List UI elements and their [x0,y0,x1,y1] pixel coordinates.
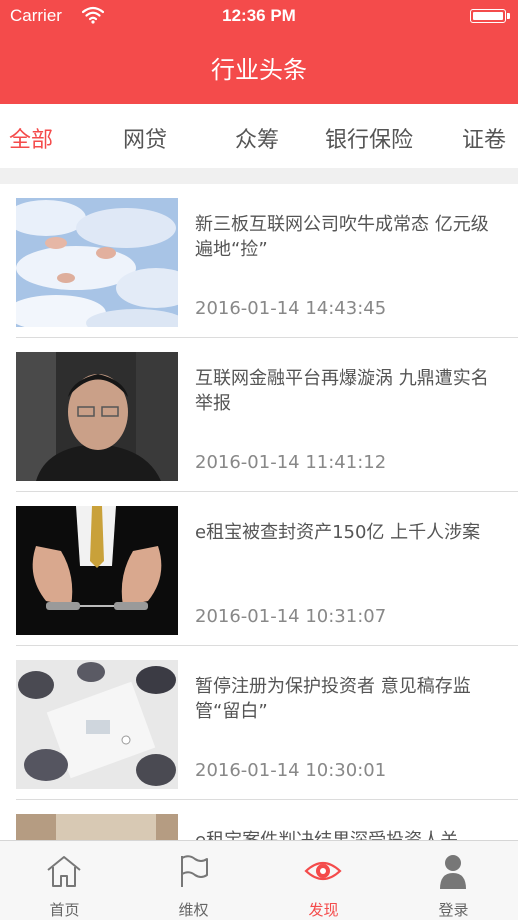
tab-label: 发现 [308,901,339,919]
list-item[interactable]: e租宝案件判决结果深受投资人关 [0,800,518,840]
article-title: e租宝被查封资产150亿 上千人涉案 [195,522,481,543]
tab-securities[interactable]: 证卷 [462,122,506,154]
bottom-tab-bar: 首页 维权 发现 登录 [0,840,518,920]
article-date: 2016-01-14 10:31:07 [195,606,387,627]
tab-label: 维权 [178,901,209,919]
tab-bank-insurance[interactable]: 银行保险 [325,122,413,154]
list-item[interactable]: 互联网金融平台再爆漩涡 九鼎遭实名举报 2016-01-14 11:41:12 [0,338,518,492]
clock: 12:36 PM [222,6,296,25]
article-list[interactable]: 新三板互联网公司吹牛成常态 亿元级遍地“捡” 2016-01-14 14:43:… [0,184,518,840]
tab-rights[interactable]: 维权 [129,841,258,921]
article-date: 2016-01-14 11:41:12 [195,452,387,473]
tab-login[interactable]: 登录 [389,841,518,921]
user-icon [440,855,466,889]
category-tabs: 全部 网贷 众筹 银行保险 证卷 [0,104,518,168]
article-date: 2016-01-14 14:43:45 [195,298,387,319]
article-title: 暂停注册为保护投资者 意见稿存监管“留白” [195,676,471,722]
list-item[interactable]: 新三板互联网公司吹牛成常态 亿元级遍地“捡” 2016-01-14 14:43:… [0,184,518,338]
tab-crowdfunding[interactable]: 众筹 [235,122,279,154]
article-title: e租宝案件判决结果深受投资人关 [195,828,505,840]
business-meeting-image [16,660,178,789]
partial-thumbnail [16,814,178,840]
flying-pigs-image [16,198,178,327]
section-divider [0,168,518,184]
status-bar: Carrier 12:36 PM [0,0,518,34]
tab-label: 登录 [438,901,469,919]
list-item[interactable]: e租宝被查封资产150亿 上千人涉案 2016-01-14 10:31:07 [0,492,518,646]
handcuffed-hands-image [16,506,178,635]
article-title: 新三板互联网公司吹牛成常态 亿元级遍地“捡” [195,214,489,260]
eye-icon [304,861,342,881]
tab-home[interactable]: 首页 [0,841,129,921]
tab-all[interactable]: 全部 [9,122,53,154]
home-icon [47,856,81,887]
tab-discover[interactable]: 发现 [259,841,388,921]
article-date: 2016-01-14 10:30:01 [195,760,387,781]
tab-label: 首页 [49,901,80,919]
battery-icon [470,9,510,23]
flag-icon [181,855,208,887]
article-title: 互联网金融平台再爆漩涡 九鼎遭实名举报 [195,368,489,414]
list-item[interactable]: 暂停注册为保护投资者 意见稿存监管“留白” 2016-01-14 10:30:0… [0,646,518,800]
tab-p2p-loans[interactable]: 网贷 [123,122,167,154]
page-title: 行业头条 [211,56,307,84]
man-with-glasses-portrait [16,352,178,481]
top-header: Carrier 12:36 PM 行业头条 [0,0,518,104]
